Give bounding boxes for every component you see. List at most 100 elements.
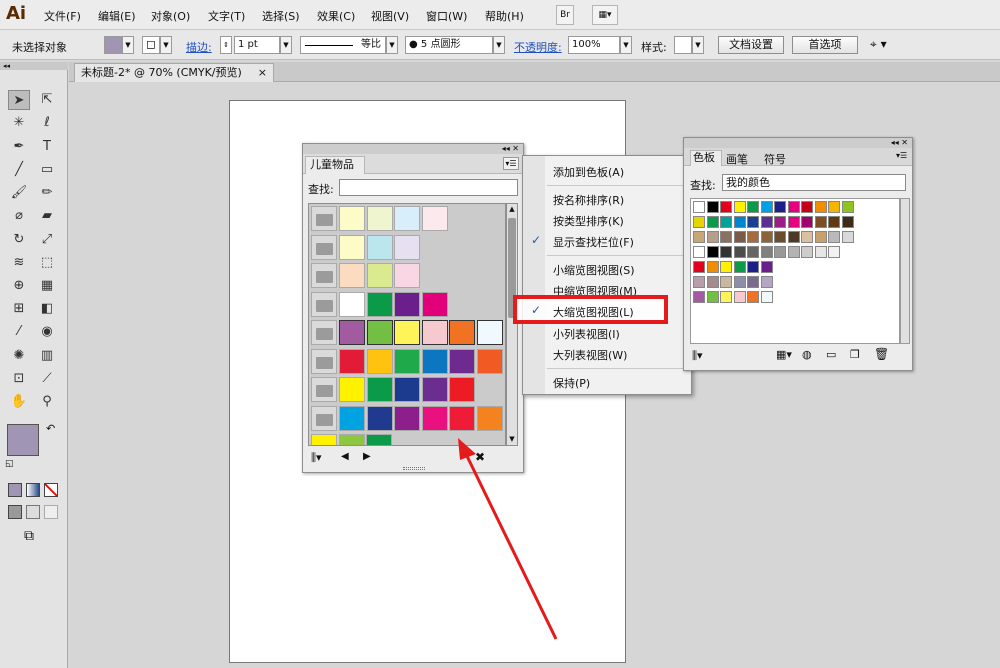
find-input[interactable] <box>339 179 518 196</box>
color-swatch[interactable] <box>706 246 719 258</box>
color-swatch[interactable] <box>814 216 827 228</box>
color-swatch[interactable] <box>476 348 503 374</box>
color-swatch[interactable] <box>801 216 813 228</box>
menu-item-large-thumbnail-view[interactable]: 大缩览图视图(L) <box>553 304 634 320</box>
color-swatch[interactable] <box>747 261 759 273</box>
color-swatch[interactable] <box>421 206 448 231</box>
color-swatch[interactable] <box>394 234 420 260</box>
color-swatch[interactable] <box>339 405 365 431</box>
color-swatch[interactable] <box>706 216 719 228</box>
color-swatch[interactable] <box>366 234 393 260</box>
stroke-label[interactable]: 描边: <box>186 39 212 55</box>
swatch-group-folder-icon[interactable] <box>311 291 337 317</box>
color-swatch[interactable] <box>733 291 746 303</box>
color-swatch[interactable] <box>747 291 759 303</box>
color-swatch[interactable] <box>338 434 365 445</box>
swatch-library-menu-icon[interactable]: ⫼▾ <box>692 349 703 363</box>
color-swatch[interactable] <box>693 231 705 243</box>
free-transform-tool-icon[interactable]: ⬚ <box>36 253 58 273</box>
pen-tool-icon[interactable]: ✒ <box>8 137 30 157</box>
gradient-tool-icon[interactable]: ◧ <box>36 299 58 319</box>
new-swatch-icon[interactable]: ❐ <box>850 348 860 361</box>
draw-behind-icon[interactable] <box>26 505 40 519</box>
color-swatch[interactable] <box>733 216 746 228</box>
color-swatch[interactable] <box>760 231 773 243</box>
preferences-button[interactable]: 首选项 <box>792 36 858 54</box>
line-profile-select[interactable]: 等比 <box>300 36 386 54</box>
menu-view[interactable]: 视图(V) <box>371 8 409 24</box>
color-swatch[interactable] <box>449 377 475 402</box>
menu-item-sort-by-kind[interactable]: 按类型排序(K) <box>553 213 624 229</box>
color-swatch[interactable] <box>747 246 759 258</box>
color-swatch[interactable] <box>366 263 393 288</box>
swatch-group-folder-icon[interactable] <box>311 348 337 374</box>
color-swatch[interactable] <box>720 246 732 258</box>
tab-swatches[interactable]: 色板 <box>690 150 722 166</box>
color-swatch[interactable] <box>394 348 420 374</box>
align-options-icon[interactable]: ⌖ ▾ <box>870 37 887 52</box>
color-swatch[interactable] <box>706 261 719 273</box>
brush-select[interactable]: ● 5 点圆形 <box>405 36 493 54</box>
menu-item-small-list-view[interactable]: 小列表视图(I) <box>553 326 620 342</box>
color-swatch[interactable] <box>801 246 813 258</box>
line-tool-icon[interactable]: ╱ <box>8 160 30 180</box>
screen-mode-icon[interactable]: ⧉ <box>24 528 34 544</box>
type-tool-icon[interactable]: T <box>36 137 58 157</box>
color-swatch[interactable] <box>366 405 393 431</box>
color-swatch[interactable] <box>311 434 337 445</box>
blend-tool-icon[interactable]: ◉ <box>36 322 58 342</box>
color-swatch[interactable] <box>706 231 719 243</box>
menu-object[interactable]: 对象(O) <box>151 8 190 24</box>
color-swatch[interactable] <box>421 377 448 402</box>
color-swatch[interactable] <box>760 201 773 213</box>
color-swatch[interactable] <box>366 377 393 402</box>
lasso-tool-icon[interactable]: ℓ <box>36 113 58 133</box>
color-swatch[interactable] <box>814 231 827 243</box>
menu-select[interactable]: 选择(S) <box>262 8 300 24</box>
document-setup-button[interactable]: 文档设置 <box>718 36 784 54</box>
style-swatch[interactable] <box>674 36 692 54</box>
draw-normal-icon[interactable] <box>8 505 22 519</box>
perspective-grid-tool-icon[interactable]: ▦ <box>36 276 58 296</box>
close-icon[interactable]: × <box>258 64 267 81</box>
color-swatch[interactable] <box>366 206 393 231</box>
menu-item-sort-by-name[interactable]: 按名称排序(R) <box>553 192 624 208</box>
warp-tool-icon[interactable]: ≋ <box>8 253 30 273</box>
trash-icon[interactable]: 🗑 <box>874 347 889 361</box>
color-mode-icon[interactable] <box>8 483 22 497</box>
mesh-tool-icon[interactable]: ⊞ <box>8 299 30 319</box>
color-swatch[interactable] <box>693 246 705 258</box>
color-swatch[interactable] <box>394 291 420 317</box>
menu-window[interactable]: 窗口(W) <box>426 8 467 24</box>
color-swatch[interactable] <box>366 291 393 317</box>
scrollbar[interactable] <box>900 198 910 344</box>
color-swatch[interactable] <box>720 216 732 228</box>
opacity-input[interactable]: 100% <box>568 36 620 54</box>
direct-selection-tool-icon[interactable]: ⇱ <box>36 90 58 110</box>
swatch-group-folder-icon[interactable] <box>311 320 337 345</box>
color-swatch[interactable] <box>693 201 705 213</box>
tools-panel-grip[interactable]: ◂◂ <box>0 62 68 70</box>
none-mode-icon[interactable] <box>44 483 58 497</box>
swatch-group-folder-icon[interactable] <box>311 405 337 431</box>
swatch-group-folder-icon[interactable] <box>311 377 337 402</box>
color-swatch[interactable] <box>720 231 732 243</box>
selection-tool-icon[interactable]: ➤ <box>8 90 30 110</box>
draw-inside-icon[interactable] <box>44 505 58 519</box>
color-swatch[interactable] <box>760 216 773 228</box>
blob-brush-tool-icon[interactable]: ⌀ <box>8 206 30 226</box>
color-swatch[interactable] <box>720 276 732 288</box>
swatch-group-folder-icon[interactable] <box>311 206 337 231</box>
color-swatch[interactable] <box>693 216 705 228</box>
menu-item-small-thumbnail-view[interactable]: 小缩览图视图(S) <box>553 262 635 278</box>
color-swatch[interactable] <box>841 216 854 228</box>
eraser-tool-icon[interactable]: ▰ <box>36 206 58 226</box>
color-swatch[interactable] <box>394 263 420 288</box>
color-swatch[interactable] <box>760 246 773 258</box>
tab-brushes[interactable]: 画笔 <box>726 151 748 167</box>
tab-symbols[interactable]: 符号 <box>764 151 786 167</box>
artboard-tool-icon[interactable]: ⊡ <box>8 369 30 389</box>
color-swatch[interactable] <box>787 201 800 213</box>
find-input[interactable]: 我的颜色 <box>722 174 906 191</box>
color-swatch[interactable] <box>747 216 759 228</box>
